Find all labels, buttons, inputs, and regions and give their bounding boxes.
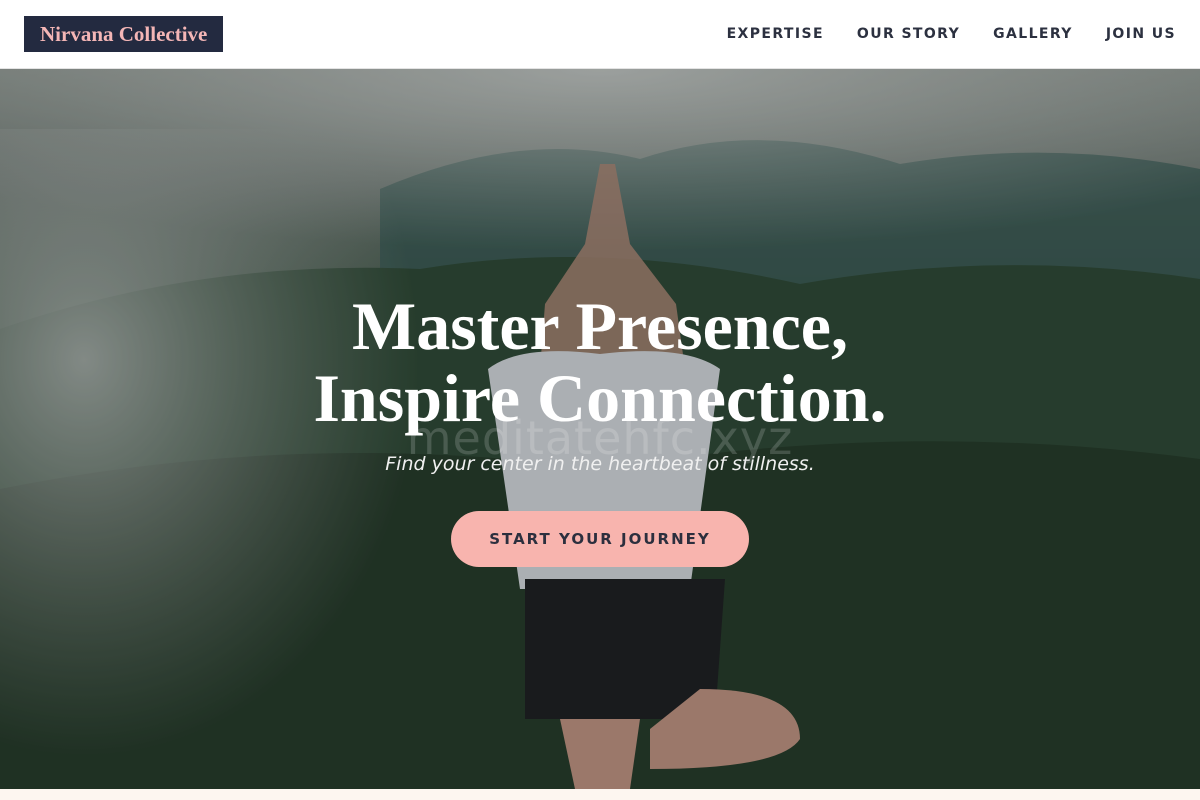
bottom-edge-strip — [0, 789, 1200, 800]
nav-item-gallery[interactable]: GALLERY — [993, 26, 1073, 42]
hero-section: meditatehfc.xyz Master Presence, Inspire… — [0, 69, 1200, 789]
hero-subtitle: Find your center in the heartbeat of sti… — [385, 453, 815, 475]
main-nav: EXPERTISE OUR STORY GALLERY JOIN US — [727, 26, 1176, 42]
brand-logo[interactable]: Nirvana Collective — [24, 16, 224, 52]
nav-item-join-us[interactable]: JOIN US — [1106, 26, 1176, 42]
start-journey-button[interactable]: START YOUR JOURNEY — [451, 511, 749, 567]
headline-line-2: Inspire Connection. — [313, 360, 887, 436]
top-navigation-bar: Nirvana Collective EXPERTISE OUR STORY G… — [0, 0, 1200, 69]
nav-item-expertise[interactable]: EXPERTISE — [727, 26, 824, 42]
headline-line-1: Master Presence, — [352, 288, 848, 364]
nav-item-our-story[interactable]: OUR STORY — [857, 26, 960, 42]
hero-headline: Master Presence, Inspire Connection. — [0, 290, 1200, 434]
